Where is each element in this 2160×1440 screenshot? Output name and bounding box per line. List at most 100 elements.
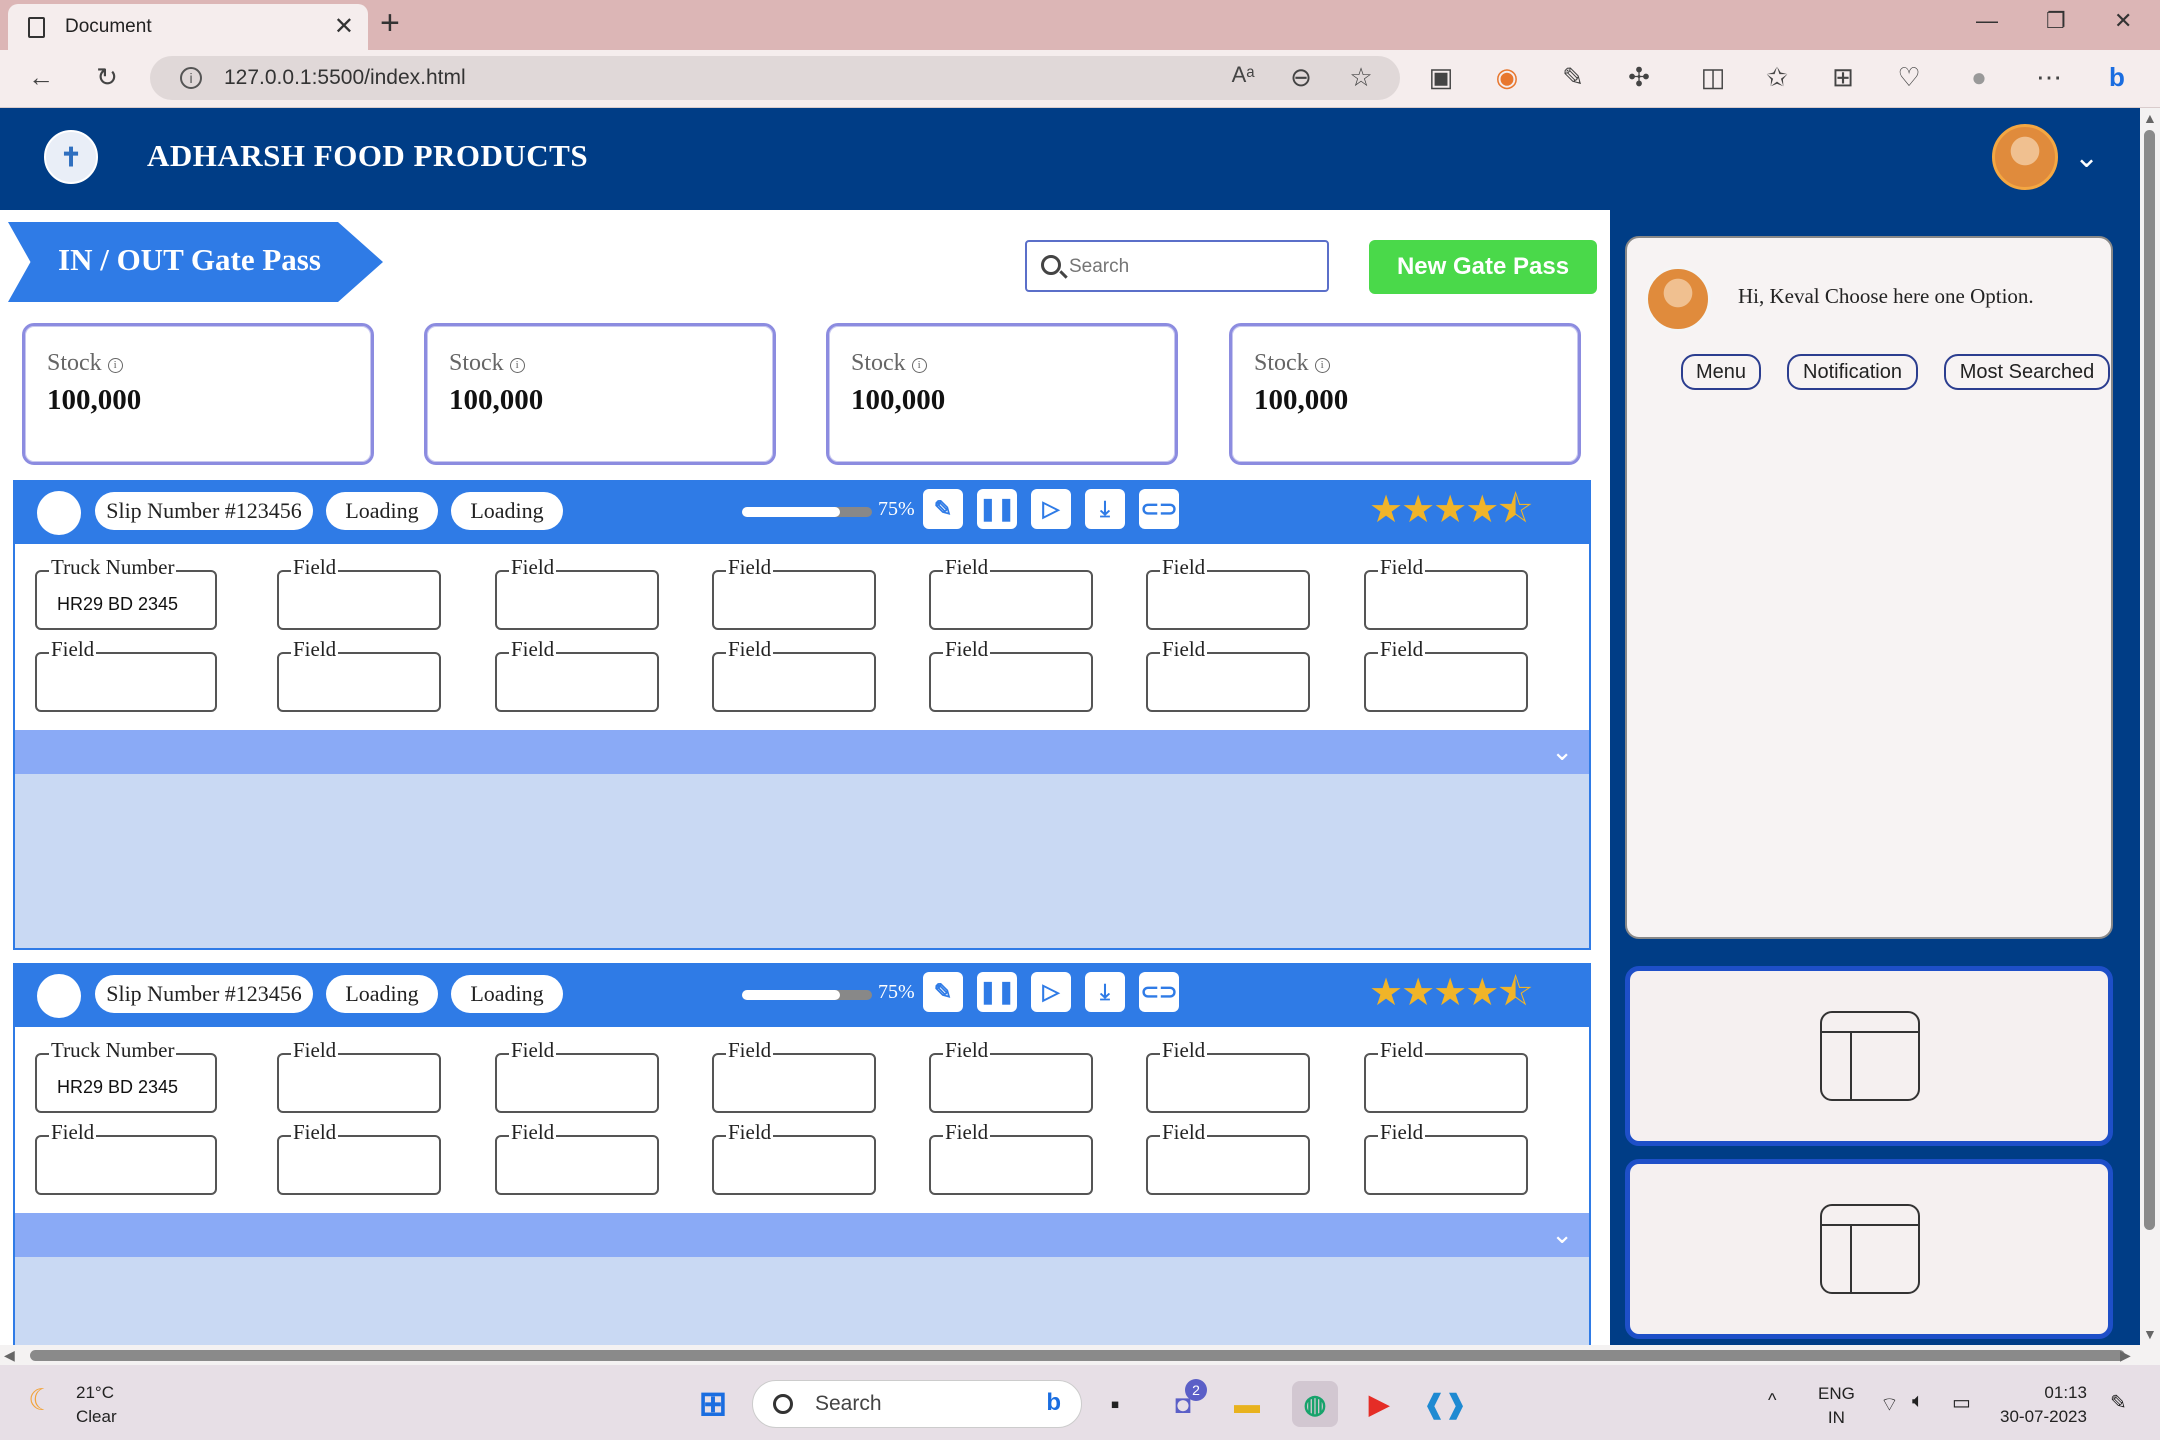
pause-button[interactable]: ❚❚ (977, 972, 1017, 1012)
file-explorer-icon[interactable]: ▬ (1224, 1381, 1270, 1427)
start-icon[interactable]: ⊞ (690, 1381, 736, 1427)
star-filled-icon[interactable]: ★ (1465, 489, 1499, 531)
minimize-icon[interactable]: — (1976, 8, 1998, 34)
back-icon[interactable]: ← (24, 62, 58, 93)
chip-notification[interactable]: Notification (1787, 354, 1918, 390)
form-field[interactable]: Field (277, 556, 441, 630)
form-field[interactable]: Field (929, 1121, 1093, 1195)
form-field[interactable]: Field (1364, 556, 1528, 630)
info-icon[interactable]: i (107, 358, 123, 373)
horizontal-scrollbar-thumb[interactable] (30, 1350, 2125, 1361)
form-field[interactable]: Truck Number HR29 BD 2345 (35, 1039, 217, 1113)
scroll-right-icon[interactable]: ▶ (2120, 1347, 2131, 1364)
form-field[interactable]: Field (1146, 1121, 1310, 1195)
youtube-icon[interactable]: ▶ (1356, 1381, 1402, 1427)
vertical-scrollbar-thumb[interactable] (2144, 130, 2155, 1230)
slip-select-circle[interactable] (37, 491, 81, 535)
play-button[interactable]: ▷ (1031, 489, 1071, 529)
read-aloud-icon[interactable]: Aᵃ (1226, 62, 1260, 88)
weather-widget[interactable]: 21°C Clear (76, 1381, 117, 1429)
edit-button[interactable]: ✎ (923, 489, 963, 529)
form-field[interactable]: Field (1146, 556, 1310, 630)
form-field[interactable]: Field (1146, 1039, 1310, 1113)
star-filled-icon[interactable]: ★ (1465, 972, 1499, 1014)
star-filled-icon[interactable]: ★ (1433, 972, 1467, 1014)
new-tab-button[interactable]: + (380, 4, 400, 43)
form-field[interactable]: Field (277, 1039, 441, 1113)
scroll-up-icon[interactable]: ▲ (2143, 110, 2157, 126)
edge-icon[interactable]: ◍ (1292, 1381, 1338, 1427)
company-logo[interactable]: ✝ (44, 130, 98, 184)
bing-icon[interactable]: b (2100, 62, 2134, 93)
link-button[interactable]: ⊂⊃ (1139, 489, 1179, 529)
widget-card[interactable] (1625, 966, 2113, 1146)
search-box[interactable] (1025, 240, 1329, 292)
vscode-icon[interactable]: ❰❱ (1422, 1381, 1468, 1427)
play-button[interactable]: ▷ (1031, 972, 1071, 1012)
form-field[interactable]: Field (35, 638, 217, 712)
collections-icon[interactable]: ⊞ (1826, 62, 1860, 93)
form-field[interactable]: Field (712, 638, 876, 712)
link-button[interactable]: ⊂⊃ (1139, 972, 1179, 1012)
browser-tab[interactable]: Document ✕ (8, 4, 368, 50)
star-half-icon[interactable]: ⯪ (1497, 972, 1533, 1014)
slip-select-circle[interactable] (37, 974, 81, 1018)
expand-bar[interactable]: ⌄ (15, 730, 1589, 774)
star-filled-icon[interactable]: ★ (1401, 972, 1435, 1014)
edit-button[interactable]: ✎ (923, 972, 963, 1012)
form-field[interactable]: Field (929, 556, 1093, 630)
task-view-icon[interactable]: ▪ (1092, 1381, 1138, 1427)
close-tab-icon[interactable]: ✕ (334, 12, 354, 41)
star-filled-icon[interactable]: ★ (1369, 972, 1403, 1014)
info-icon[interactable]: i (911, 358, 927, 373)
chip-menu[interactable]: Menu (1681, 354, 1761, 390)
chip-most-searched[interactable]: Most Searched (1944, 354, 2110, 390)
close-icon[interactable]: ✕ (2114, 8, 2132, 34)
download-button[interactable]: ⤓ (1085, 489, 1125, 529)
zoom-icon[interactable]: ⊖ (1284, 62, 1318, 93)
volume-icon[interactable]: 🔈︎ (1912, 1390, 1924, 1413)
form-field[interactable]: Field (1364, 638, 1528, 712)
extension-circle-icon[interactable]: ◉ (1490, 62, 1524, 93)
form-field[interactable]: Field (712, 1121, 876, 1195)
form-field[interactable]: Field (929, 1039, 1093, 1113)
language-indicator[interactable]: ENG IN (1818, 1382, 1855, 1430)
chevron-down-icon[interactable]: ⌄ (2074, 140, 2099, 175)
chevron-down-icon[interactable]: ⌄ (1551, 736, 1573, 767)
restore-icon[interactable]: ❐ (2046, 8, 2066, 34)
star-half-icon[interactable]: ⯪ (1497, 489, 1533, 531)
form-field[interactable]: Field (495, 638, 659, 712)
extension-tool-icon[interactable]: ✎ (1556, 62, 1590, 93)
profile-icon[interactable]: ● (1962, 62, 1996, 93)
form-field[interactable]: Field (1364, 1121, 1528, 1195)
clock[interactable]: 01:13 30-07-2023 (2000, 1381, 2087, 1429)
battery-icon[interactable]: ▭ (1952, 1390, 1971, 1415)
form-field[interactable]: Field (495, 556, 659, 630)
site-info-icon[interactable]: i (180, 67, 202, 89)
split-screen-icon[interactable]: ◫ (1696, 62, 1730, 93)
form-field[interactable]: Field (35, 1121, 217, 1195)
form-field[interactable]: Field (1364, 1039, 1528, 1113)
wifi-icon[interactable]: ⌔ (1880, 1392, 1899, 1417)
performance-icon[interactable]: ♡ (1892, 62, 1926, 93)
form-field[interactable]: Field (712, 556, 876, 630)
download-button[interactable]: ⤓ (1085, 972, 1125, 1012)
expand-bar[interactable]: ⌄ (15, 1213, 1589, 1257)
extensions-icon[interactable]: ✣ (1622, 62, 1656, 93)
form-field[interactable]: Field (495, 1121, 659, 1195)
star-filled-icon[interactable]: ★ (1369, 489, 1403, 531)
favorites-icon[interactable]: ✩ (1760, 62, 1794, 93)
info-icon[interactable]: i (1314, 358, 1330, 373)
chevron-down-icon[interactable]: ⌄ (1551, 1219, 1573, 1250)
extension-r-icon[interactable]: ▣ (1424, 62, 1458, 93)
form-field[interactable]: Field (495, 1039, 659, 1113)
avatar[interactable] (1992, 124, 2058, 190)
form-field[interactable]: Truck Number HR29 BD 2345 (35, 556, 217, 630)
star-filled-icon[interactable]: ★ (1433, 489, 1467, 531)
form-field[interactable]: Field (929, 638, 1093, 712)
tray-chevron-icon[interactable]: ^ (1768, 1390, 1776, 1411)
form-field[interactable]: Field (712, 1039, 876, 1113)
search-input[interactable] (1069, 254, 1309, 280)
favorite-star-icon[interactable]: ☆ (1344, 62, 1378, 93)
widget-card[interactable] (1625, 1159, 2113, 1339)
